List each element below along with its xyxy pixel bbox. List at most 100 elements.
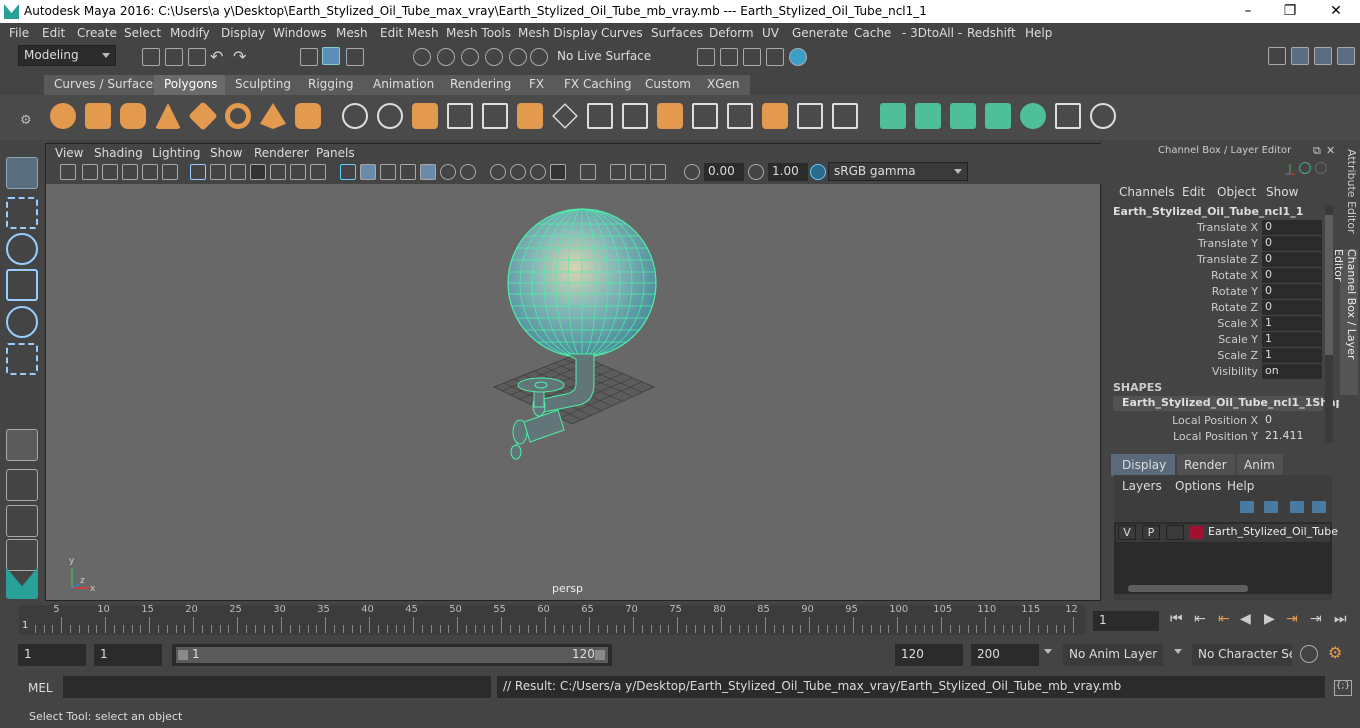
menu-mesh-display[interactable]: Mesh Display <box>518 26 598 40</box>
poly-prism-icon[interactable] <box>260 103 286 129</box>
play-backward-icon[interactable]: ◀ <box>1240 611 1251 627</box>
snap-grid-icon[interactable] <box>413 48 431 66</box>
multi-cut-icon[interactable] <box>552 103 578 129</box>
step-back-key-icon[interactable]: ⇤ <box>1218 611 1230 627</box>
viewport-menu-shading[interactable]: Shading <box>94 146 143 160</box>
undo-icon[interactable]: ↶ <box>210 47 223 66</box>
make-live-icon[interactable] <box>530 48 548 66</box>
range-start-handle[interactable] <box>178 650 188 660</box>
shelf-tab-polygons[interactable]: Polygons <box>154 75 228 95</box>
spherical-map-icon[interactable] <box>950 103 976 129</box>
lasso-tool-icon[interactable] <box>6 197 38 229</box>
snap-curve-icon[interactable] <box>437 48 455 66</box>
planar-map-icon[interactable] <box>880 103 906 129</box>
attr-value[interactable]: 0 <box>1262 252 1322 267</box>
render-view-icon[interactable] <box>766 48 784 66</box>
frame-all-icon[interactable] <box>650 164 666 180</box>
rotate-tool-icon[interactable] <box>6 306 38 338</box>
mel-label[interactable]: MEL <box>28 681 53 695</box>
step-forward-key-icon[interactable]: ⇥ <box>1286 611 1298 627</box>
attr-value[interactable]: 0 <box>1262 236 1322 251</box>
safe-title-icon[interactable] <box>310 164 326 180</box>
keyframe-icon[interactable] <box>1299 162 1311 174</box>
attr-scale-z[interactable]: Scale Z 1 <box>1108 348 1338 364</box>
menu-file[interactable]: File <box>9 26 29 40</box>
poly-sphere-icon[interactable] <box>50 103 76 129</box>
attr-value[interactable]: 0 <box>1262 300 1322 315</box>
new-scene-icon[interactable] <box>142 48 160 66</box>
layer-menu-options[interactable]: Options <box>1175 479 1221 493</box>
time-slider[interactable]: 1 5 10 15 20 25 30 35 40 45 50 55 60 65 70 75 80 85 90 95 1… <box>0 603 1090 639</box>
image-plane-icon[interactable] <box>122 164 138 180</box>
safe-action-icon[interactable] <box>290 164 306 180</box>
range-slider[interactable]: 1 120 <box>172 644 612 666</box>
menu-uv[interactable]: UV <box>762 26 779 40</box>
gamma-field[interactable]: 1.00 <box>768 163 808 181</box>
object-name[interactable]: Earth_Stylized_Oil_Tube_ncl1_1 <box>1113 205 1303 218</box>
close-panel-icon[interactable]: ✕ <box>1326 144 1335 157</box>
side-tab-attribute-editor[interactable]: Attribute Editor <box>1340 149 1358 239</box>
scrollbar-thumb[interactable] <box>1128 585 1248 592</box>
viewport-menu-panels[interactable]: Panels <box>316 146 355 160</box>
bookmark-icon[interactable] <box>102 164 118 180</box>
menu-edit-mesh[interactable]: Edit Mesh <box>380 26 439 40</box>
extract-icon[interactable] <box>412 103 438 129</box>
menu-redshift[interactable]: Redshift <box>967 26 1016 40</box>
cylindrical-map-icon[interactable] <box>915 103 941 129</box>
smooth-icon[interactable] <box>447 103 473 129</box>
ipr-render-icon[interactable] <box>743 48 761 66</box>
uv-layout-icon[interactable] <box>1090 103 1116 129</box>
four-view-layout-icon[interactable] <box>6 469 38 501</box>
film-gate-icon[interactable] <box>210 164 226 180</box>
attr-rotate-z[interactable]: Rotate Z 0 <box>1108 300 1338 316</box>
step-forward-icon[interactable]: ⇥ <box>1310 611 1322 627</box>
extrude-icon[interactable] <box>517 103 543 129</box>
outliner-layout-icon[interactable] <box>6 505 38 537</box>
toggle-tool-settings-icon[interactable] <box>1291 47 1309 65</box>
move-layer-up-icon[interactable] <box>1240 501 1254 513</box>
redo-icon[interactable]: ↷ <box>233 47 246 66</box>
wireframe-on-shaded-icon[interactable] <box>380 164 396 180</box>
cb-menu-edit[interactable]: Edit <box>1182 185 1205 199</box>
menu-generate[interactable]: Generate <box>792 26 848 40</box>
exposure-field[interactable]: 0.00 <box>704 163 744 181</box>
mel-input[interactable] <box>63 676 491 698</box>
menu-curves[interactable]: Curves <box>601 26 643 40</box>
perspective-view[interactable]: y x z persp <box>46 184 1100 600</box>
shelf-tab-sculpting[interactable]: Sculpting <box>225 75 302 95</box>
poly-pipe-icon[interactable] <box>295 103 321 129</box>
insert-edge-loop-icon[interactable] <box>692 103 718 129</box>
graph-editor-layout-icon[interactable] <box>6 539 38 571</box>
playback-end-field[interactable]: 120 <box>895 644 963 666</box>
play-forward-icon[interactable]: ▶ <box>1264 611 1275 627</box>
grease-pencil-icon[interactable] <box>162 164 178 180</box>
layer-row[interactable]: V P Earth_Stylized_Oil_Tube <box>1116 524 1338 542</box>
layer-tab-anim[interactable]: Anim <box>1237 454 1283 476</box>
range-end-handle[interactable] <box>595 650 605 660</box>
hypershade-icon[interactable] <box>789 48 807 66</box>
shelf-tab-fx-caching[interactable]: FX Caching <box>554 75 642 95</box>
attr-local-position-y[interactable]: Local Position Y 21.411 <box>1108 429 1338 445</box>
color-management-icon[interactable] <box>810 164 826 180</box>
layer-menu-help[interactable]: Help <box>1227 479 1254 493</box>
channel-box-scrollbar[interactable] <box>1325 205 1333 443</box>
wireframe-icon[interactable] <box>340 164 356 180</box>
xray-components-icon[interactable] <box>630 164 646 180</box>
bridge-icon[interactable] <box>482 103 508 129</box>
menu-mesh[interactable]: Mesh <box>336 26 368 40</box>
attr-translate-x[interactable]: Translate X 0 <box>1108 220 1338 236</box>
poly-torus-icon[interactable] <box>225 103 251 129</box>
layer-display-type-toggle[interactable] <box>1166 525 1184 540</box>
poly-cube-icon[interactable] <box>85 103 111 129</box>
separate-icon[interactable] <box>377 103 403 129</box>
append-polygon-icon[interactable] <box>622 103 648 129</box>
layer-visibility-toggle[interactable]: V <box>1118 525 1136 540</box>
viewport-menu-lighting[interactable]: Lighting <box>152 146 201 160</box>
layer-menu-layers[interactable]: Layers <box>1122 479 1162 493</box>
minimize-button[interactable]: – <box>1226 2 1270 21</box>
smooth-shade-icon[interactable] <box>360 164 376 180</box>
close-button[interactable]: ✕ <box>1314 2 1358 21</box>
attr-rotate-y[interactable]: Rotate Y 0 <box>1108 284 1338 300</box>
shadows-icon[interactable] <box>440 164 456 180</box>
lock-channel-icon[interactable] <box>1315 162 1327 174</box>
